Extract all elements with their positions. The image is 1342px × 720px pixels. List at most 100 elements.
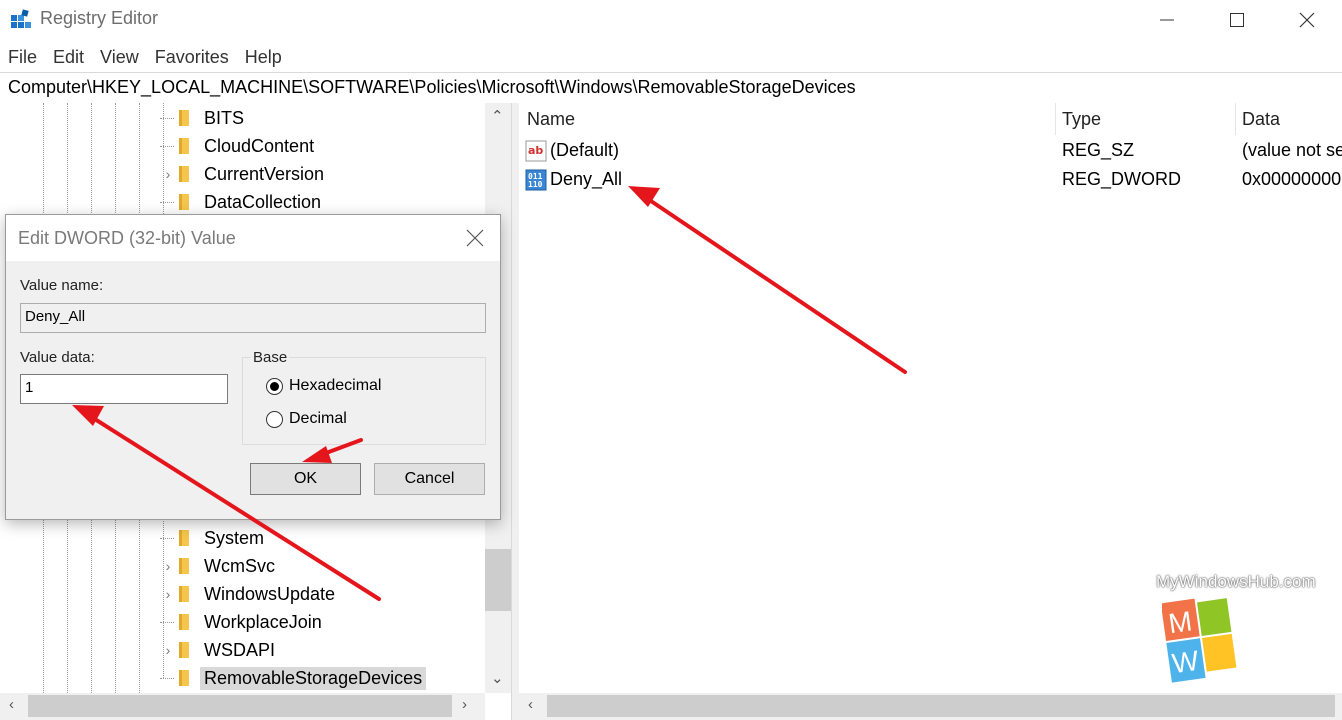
cancel-button[interactable]: Cancel [374,463,485,495]
folder-icon [179,642,189,658]
address-bar[interactable]: Computer\HKEY_LOCAL_MACHINE\SOFTWARE\Pol… [0,72,1342,104]
tree-connector [160,677,174,679]
tree-item[interactable]: › WSDAPI [160,636,275,664]
folder-icon [179,110,189,126]
tree-item-label: CloudContent [204,135,315,156]
radio-hexadecimal[interactable]: Hexadecimal [266,377,381,395]
scroll-down-icon[interactable]: ⌄ [491,669,504,687]
watermark-letter-w: W [1170,645,1201,679]
scroll-up-icon[interactable]: ⌃ [491,107,504,125]
menu-bar: File Edit View Favorites Help [0,44,290,70]
expand-chevron-icon[interactable]: › [160,558,176,574]
radio-decimal[interactable]: Decimal [266,410,347,428]
value-type: REG_DWORD [1062,169,1182,189]
dialog-close-button[interactable] [462,225,488,251]
tree-item-label: DataCollection [204,191,322,212]
tree-item-label: WindowsUpdate [204,583,336,604]
tree-item[interactable]: System [160,524,264,552]
ok-button[interactable]: OK [250,463,361,495]
tree-horizontal-scrollbar[interactable]: ‹ › [0,693,485,720]
scroll-thumb[interactable] [485,549,511,611]
tree-item[interactable]: › CurrentVersion [160,160,324,188]
tree-item-label: WorkplaceJoin [204,611,322,632]
column-separator[interactable] [1235,103,1236,135]
list-horizontal-scrollbar[interactable]: ‹ [519,693,1342,720]
base-label: Base [251,349,290,366]
minimize-button[interactable] [1132,0,1202,40]
scroll-left-icon[interactable]: ‹ [528,696,533,713]
tree-item-label: RemovableStorageDevices [200,666,427,690]
dialog-title-bar: Edit DWORD (32-bit) Value [6,215,500,261]
edit-dword-dialog: Edit DWORD (32-bit) Value Value name: De… [5,214,501,520]
radio-button[interactable] [266,410,283,428]
scroll-thumb[interactable] [547,695,1335,717]
tree-item[interactable]: WorkplaceJoin [160,608,322,636]
column-separator[interactable] [1055,103,1056,135]
watermark-logo: M W [1162,598,1237,683]
registry-editor-icon [11,9,31,28]
column-header-type[interactable]: Type [1062,109,1101,130]
scroll-left-icon[interactable]: ‹ [9,696,14,713]
decimal-label: Decimal [289,410,347,427]
tree-connector [160,621,174,623]
value-name: (Default) [550,140,620,160]
svg-text:110: 110 [528,180,543,189]
list-row[interactable]: 011 110 Deny_All REG_DWORD 0x00000000 [519,166,1342,194]
column-header-name[interactable]: Name [527,109,575,130]
maximize-button[interactable] [1202,0,1272,40]
tree-item[interactable]: › WcmSvc [160,552,275,580]
tree-item[interactable]: RemovableStorageDevices [160,664,427,692]
base-group [242,357,486,445]
menu-edit[interactable]: Edit [45,44,92,70]
tree-connector [160,145,174,147]
folder-icon [179,558,189,574]
value-name: Deny_All [550,169,623,189]
tree-item[interactable]: CloudContent [160,132,314,160]
expand-chevron-icon[interactable]: › [160,586,176,602]
value-type: REG_SZ [1062,140,1135,160]
watermark-text: MyWindowsHub.com [1156,572,1316,591]
folder-icon [179,138,189,154]
column-header-data[interactable]: Data [1242,109,1280,130]
title-bar: Registry Editor [0,0,1342,40]
folder-icon [179,166,189,182]
value-data-label: Value data: [20,349,95,366]
folder-icon [179,670,189,686]
minimize-icon [1160,19,1174,21]
dword-value-icon: 011 110 [525,169,547,191]
address-path[interactable]: Computer\HKEY_LOCAL_MACHINE\SOFTWARE\Pol… [8,77,856,98]
tree-item-label: BITS [204,107,245,128]
radio-button-selected[interactable] [266,377,283,395]
tree-item[interactable]: DataCollection [160,188,321,216]
folder-icon [179,586,189,602]
maximize-icon [1230,13,1244,27]
menu-favorites[interactable]: Favorites [147,44,237,70]
value-data: 0x00000000 [1242,169,1342,189]
dialog-title: Edit DWORD (32-bit) Value [18,228,236,248]
scroll-thumb[interactable] [28,695,452,717]
tree-item[interactable]: BITS [160,104,244,132]
value-data: (value not se [1242,140,1342,160]
expand-chevron-icon[interactable]: › [160,166,176,182]
menu-view[interactable]: View [92,44,147,70]
tree-item-label: CurrentVersion [204,163,325,184]
scroll-right-icon[interactable]: › [462,696,467,713]
list-row[interactable]: ab (Default) REG_SZ (value not se [519,137,1342,165]
tree-connector [160,537,174,539]
watermark-letter-m: M [1167,605,1194,639]
tree-item[interactable]: › WindowsUpdate [160,580,335,608]
menu-file[interactable]: File [0,44,45,70]
close-button[interactable] [1272,0,1342,40]
hexadecimal-label: Hexadecimal [289,377,382,394]
value-name-label: Value name: [20,277,104,294]
close-icon [1299,12,1315,28]
string-value-icon: ab [525,140,547,162]
expand-chevron-icon[interactable]: › [160,642,176,658]
svg-text:ab: ab [528,144,543,157]
tree-connector [160,117,174,119]
menu-help[interactable]: Help [237,44,290,70]
value-data-field[interactable]: 1 [20,374,228,404]
folder-icon [179,614,189,630]
tree-item-label: System [204,527,265,548]
value-name-field[interactable]: Deny_All [20,303,486,333]
